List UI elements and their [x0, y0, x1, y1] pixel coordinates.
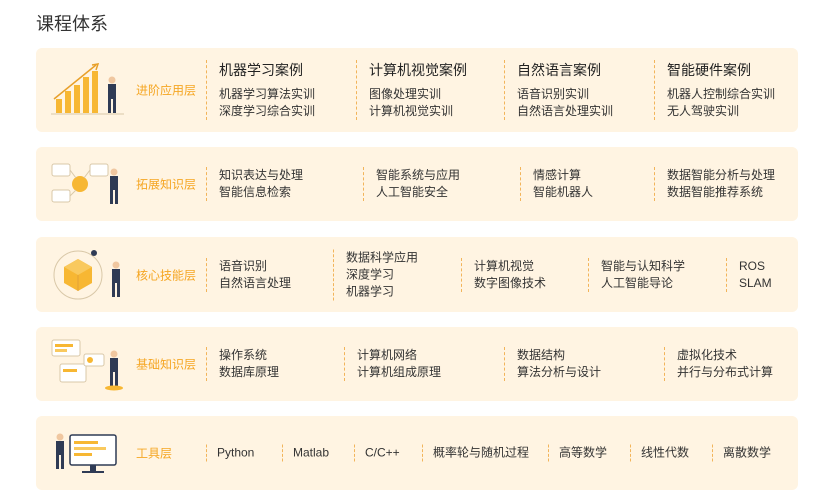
dashboard-person-illustration	[46, 327, 128, 401]
course-item: 并行与分布式计算	[677, 365, 774, 379]
course-group: 智能系统与应用 人工智能安全	[363, 167, 460, 201]
layer-label: 核心技能层	[136, 268, 197, 282]
course-item: C/C++	[365, 445, 400, 460]
course-group-heading: 机器学习案例	[219, 62, 303, 78]
tool-item: C/C++	[354, 444, 400, 462]
tool-item: 线性代数	[630, 444, 690, 462]
bar-chart-person-illustration	[46, 48, 128, 132]
course-group-heading: 智能硬件案例	[667, 62, 751, 78]
cube-person-illustration	[46, 237, 128, 312]
layer-label: 工具层	[136, 446, 173, 461]
course-item: 自然语言处理实训	[517, 104, 614, 118]
course-item: SLAM	[739, 275, 772, 290]
course-item: 图像处理实训	[369, 87, 442, 101]
course-item: 深度学习	[346, 267, 395, 281]
course-group: 机器学习案例 机器学习算法实训 深度学习综合实训	[206, 60, 315, 120]
course-system-page: 课程体系 进阶应用层 机器学习案例 机器学习算法实训 深度学习综合实训 计算机视…	[0, 0, 828, 500]
course-item: 人工智能安全	[376, 185, 449, 199]
course-item: 数字图像技术	[474, 275, 547, 290]
course-item: 计算机网络	[357, 348, 418, 362]
course-item: 智能机器人	[533, 185, 594, 199]
course-group: 操作系统 数据库原理	[206, 347, 279, 381]
course-item: 语音识别实训	[517, 87, 590, 101]
course-item: Python	[217, 445, 255, 460]
course-group: 语音识别 自然语言处理	[206, 257, 292, 292]
course-item: 机器学习	[346, 284, 395, 298]
course-item: Matlab	[293, 445, 330, 460]
layer-basic-knowledge: 基础知识层 操作系统 数据库原理 计算机网络 计算机组成原理 数据结构 算法分析…	[36, 327, 798, 401]
course-item: 数据智能分析与处理	[667, 168, 776, 182]
tool-item: Python	[206, 444, 255, 462]
course-item: 概率轮与随机过程	[433, 445, 530, 460]
layer-label: 基础知识层	[136, 357, 197, 372]
course-item: 数据结构	[517, 348, 566, 362]
course-group: 知识表达与处理 智能信息检索	[206, 167, 303, 201]
layer-core-skills: 核心技能层 语音识别 自然语言处理 数据科学应用 深度学习 机器学习 计算机视觉…	[36, 237, 798, 312]
course-group-heading: 自然语言案例	[517, 62, 601, 78]
course-item: 智能与认知科学	[601, 258, 686, 273]
course-group: 数据科学应用 深度学习 机器学习	[333, 249, 418, 300]
course-item: 数据科学应用	[346, 250, 419, 264]
course-item: 深度学习综合实训	[219, 104, 316, 118]
course-item: 高等数学	[559, 445, 608, 460]
course-item: ROS	[739, 258, 766, 273]
layer-extended-knowledge: 拓展知识层 知识表达与处理 智能信息检索 智能系统与应用 人工智能安全 情感计算…	[36, 147, 798, 221]
course-item: 数据智能推荐系统	[667, 185, 764, 199]
course-item: 计算机视觉实训	[369, 104, 454, 118]
page-title: 课程体系	[36, 14, 108, 34]
course-item: 智能信息检索	[219, 185, 292, 199]
tool-item: 离散数学	[712, 444, 772, 462]
course-group: 计算机视觉案例 图像处理实训 计算机视觉实训	[356, 60, 467, 120]
layer-label: 进阶应用层	[136, 83, 197, 98]
layer-tools: 工具层 Python Matlab C/C++ 概率轮与随机过程 高等数学 线性…	[36, 416, 798, 490]
course-item: 知识表达与处理	[219, 168, 304, 182]
course-group-heading: 计算机视觉案例	[369, 62, 467, 78]
layer-label: 拓展知识层	[136, 177, 197, 192]
course-item: 计算机组成原理	[357, 365, 442, 379]
course-item: 线性代数	[641, 445, 690, 460]
course-item: 语音识别	[219, 258, 268, 273]
course-item: 人工智能导论	[601, 275, 674, 290]
tool-item: 高等数学	[548, 444, 608, 462]
course-group: 自然语言案例 语音识别实训 自然语言处理实训	[504, 60, 613, 120]
layer-advanced-application: 进阶应用层 机器学习案例 机器学习算法实训 深度学习综合实训 计算机视觉案例 图…	[36, 48, 798, 132]
course-item: 虚拟化技术	[677, 348, 738, 362]
course-group: 虚拟化技术 并行与分布式计算	[664, 347, 773, 381]
course-item: 机器学习算法实训	[219, 87, 316, 101]
course-item: 数据库原理	[219, 365, 280, 379]
course-item: 情感计算	[533, 168, 582, 182]
course-group: 计算机视觉 数字图像技术	[461, 257, 547, 292]
monitor-person-illustration	[46, 416, 128, 490]
course-group: 情感计算 智能机器人	[520, 167, 593, 201]
tool-item: 概率轮与随机过程	[422, 444, 530, 462]
course-item: 算法分析与设计	[517, 365, 602, 379]
tool-item: Matlab	[282, 444, 330, 462]
course-item: 机器人控制综合实训	[667, 87, 776, 101]
course-item: 操作系统	[219, 348, 268, 362]
course-item: 自然语言处理	[219, 275, 292, 290]
course-item: 计算机视觉	[474, 258, 535, 273]
course-item: 离散数学	[723, 445, 772, 460]
network-person-illustration	[46, 147, 128, 221]
course-group: 数据结构 算法分析与设计	[504, 347, 601, 381]
course-group: 计算机网络 计算机组成原理	[344, 347, 441, 381]
course-item: 无人驾驶实训	[667, 104, 740, 118]
course-group: 数据智能分析与处理 数据智能推荐系统	[654, 167, 775, 201]
course-item: 智能系统与应用	[376, 168, 461, 182]
course-group: ROS SLAM	[726, 257, 772, 292]
course-group: 智能硬件案例 机器人控制综合实训 无人驾驶实训	[654, 60, 775, 120]
course-group: 智能与认知科学 人工智能导论	[588, 257, 686, 292]
